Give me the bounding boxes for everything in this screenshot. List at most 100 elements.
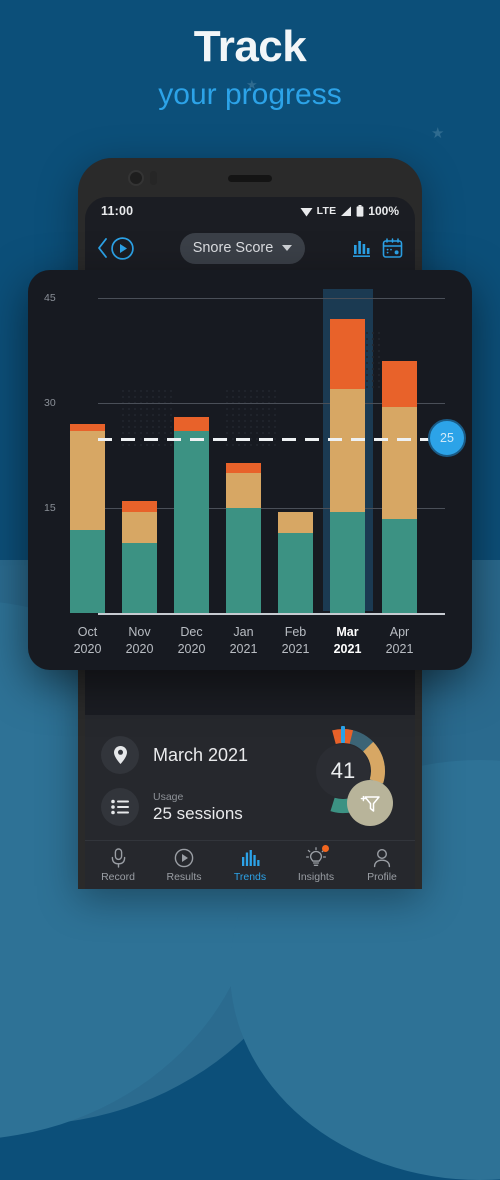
x-tick-year: 2021 xyxy=(281,642,310,657)
phone-sensor-icon xyxy=(150,171,157,185)
microphone-icon xyxy=(111,847,125,868)
add-filter-button[interactable] xyxy=(347,780,393,826)
nav-item-trends[interactable]: Trends xyxy=(217,848,283,883)
headline-primary: Track xyxy=(193,22,307,71)
chart-bar-segment-light xyxy=(382,406,417,519)
metric-selector-dropdown[interactable]: Snore Score xyxy=(179,232,306,264)
nav-label-results: Results xyxy=(166,870,202,883)
chevron-down-icon xyxy=(282,245,293,251)
list-icon xyxy=(101,788,139,826)
nav-item-results[interactable]: Results xyxy=(151,848,217,883)
trends-chart-card: 15 30 45 Oct 2020 Nov 2020 Dec 2020 Jan 2021 Feb 202… xyxy=(28,270,472,670)
chart-bar-segment-light xyxy=(278,511,313,533)
person-icon xyxy=(373,848,391,867)
x-tick-month: Feb xyxy=(284,625,307,640)
phone-camera-icon xyxy=(128,170,144,186)
x-axis-tick-label: Jan 2021 xyxy=(214,624,274,658)
phone-speaker-icon xyxy=(228,175,272,182)
summary-month-value: March 2021 xyxy=(153,744,249,765)
play-circle-icon xyxy=(174,848,194,867)
x-axis-tick-label: Nov 2020 xyxy=(110,624,170,658)
x-axis-tick-label: Dec 2020 xyxy=(162,624,222,658)
x-tick-month: Mar xyxy=(336,625,359,640)
y-axis-tick-label: 30 xyxy=(44,397,56,409)
chart-bar-segment-loud xyxy=(226,462,261,473)
nav-label-trends: Trends xyxy=(233,870,267,883)
nav-item-insights[interactable]: Insights xyxy=(283,845,349,883)
bar-chart-plot[interactable]: 15 30 45 Oct 2020 Nov 2020 Dec 2020 Jan 2021 Feb 202… xyxy=(28,270,472,670)
promo-headline: Track your progress xyxy=(0,22,500,114)
status-bar-network: LTE xyxy=(316,205,337,217)
chart-bar-segment-loud xyxy=(174,417,209,431)
chart-bar[interactable] xyxy=(226,462,261,613)
chart-bar[interactable] xyxy=(382,361,417,613)
threshold-value-badge[interactable]: 25 xyxy=(428,419,466,457)
nav-label-profile: Profile xyxy=(367,870,397,883)
x-tick-year: 2020 xyxy=(125,642,154,657)
nav-label-record: Record xyxy=(101,870,135,883)
chart-bar-segment-loud xyxy=(122,501,157,512)
chart-bar-segment-light xyxy=(122,511,157,543)
play-circle-icon[interactable] xyxy=(110,236,135,261)
chart-bar-segment-quiet xyxy=(278,532,313,613)
calendar-view-button[interactable] xyxy=(381,237,404,260)
app-toolbar: Snore Score xyxy=(85,225,415,271)
chart-bar-segment-quiet xyxy=(226,508,261,613)
x-tick-year: 2021 xyxy=(333,642,362,657)
chart-bar-segment-light xyxy=(226,473,261,508)
status-bar: 11:00 LTE 100% xyxy=(85,197,415,225)
chart-bar[interactable] xyxy=(330,319,365,613)
x-tick-month: Dec xyxy=(180,625,203,640)
summary-usage-label: Usage xyxy=(153,790,184,803)
x-axis-tick-label: Apr 2021 xyxy=(370,624,430,658)
chart-bar[interactable] xyxy=(174,417,209,613)
chart-bar-segment-quiet xyxy=(70,530,105,613)
x-axis-tick-label: Feb 2021 xyxy=(266,624,326,658)
wifi-icon xyxy=(300,207,313,216)
x-tick-month: Jan xyxy=(233,625,254,640)
chart-bar-segment-loud xyxy=(330,319,365,389)
x-tick-month: Nov xyxy=(128,625,151,640)
x-axis-tick-label: Mar 2021 xyxy=(318,624,378,658)
nav-item-record[interactable]: Record xyxy=(85,847,151,883)
nav-item-profile[interactable]: Profile xyxy=(349,848,415,883)
chart-bar-segment-quiet xyxy=(382,518,417,613)
status-bar-time: 11:00 xyxy=(101,204,134,218)
x-tick-month: Oct xyxy=(77,625,98,640)
x-tick-year: 2020 xyxy=(177,642,206,657)
x-tick-year: 2020 xyxy=(73,642,102,657)
y-axis-tick-label: 15 xyxy=(44,502,56,514)
bar-chart-icon xyxy=(242,849,260,866)
summary-panel: March 2021 Usage 25 sessions 41 xyxy=(85,715,415,878)
chart-bar[interactable] xyxy=(278,511,313,613)
donut-marker-icon xyxy=(341,726,345,743)
chart-bar[interactable] xyxy=(70,424,105,613)
headline-secondary: your progress xyxy=(158,77,342,111)
chart-bar-segment-loud xyxy=(382,361,417,407)
summary-usage-value: 25 sessions xyxy=(153,804,243,824)
x-tick-year: 2021 xyxy=(385,642,414,657)
gridline xyxy=(98,298,445,299)
location-pin-icon xyxy=(101,736,139,774)
chart-bar-segment-light xyxy=(330,389,365,512)
metric-selector-label: Snore Score xyxy=(192,240,274,256)
y-axis-tick-label: 45 xyxy=(44,292,56,304)
bar-chart-icon xyxy=(352,240,370,257)
chart-bar-segment-quiet xyxy=(174,431,209,613)
signal-icon xyxy=(341,206,352,216)
x-axis-tick-label: Oct 2020 xyxy=(58,624,118,658)
chart-bar-segment-quiet xyxy=(330,511,365,613)
calendar-icon xyxy=(382,237,403,258)
add-filter-icon xyxy=(360,795,380,812)
battery-icon xyxy=(356,205,364,217)
chart-bar-segment-quiet xyxy=(122,543,157,613)
x-tick-year: 2021 xyxy=(229,642,258,657)
threshold-dashed-line xyxy=(98,438,442,441)
bottom-navigation: Record Results Trends Insights Profile xyxy=(85,840,415,889)
chart-view-button[interactable] xyxy=(350,237,373,260)
x-axis-baseline xyxy=(98,613,445,615)
status-bar-battery: 100% xyxy=(368,204,399,218)
star-decoration-icon: ★ xyxy=(431,125,445,142)
chart-bar[interactable] xyxy=(122,501,157,613)
chevron-left-icon[interactable] xyxy=(96,237,109,259)
